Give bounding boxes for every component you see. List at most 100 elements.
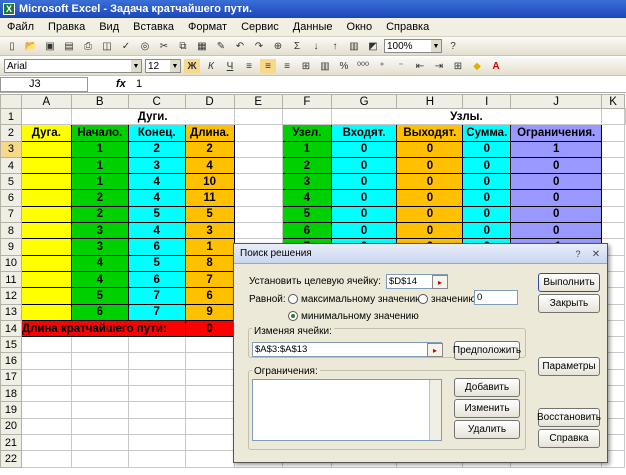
reset-button[interactable]: Восстановить: [537, 408, 601, 427]
cut-icon[interactable]: ✂: [156, 39, 172, 53]
cell[interactable]: [70, 450, 129, 468]
change-button[interactable]: Изменить: [454, 399, 520, 418]
cell[interactable]: [127, 417, 186, 435]
cell[interactable]: [70, 401, 129, 419]
arcs-data-cell[interactable]: 10: [184, 173, 235, 191]
column-header[interactable]: A: [20, 94, 72, 109]
cell[interactable]: [184, 352, 235, 370]
nodes-data-cell[interactable]: 0: [510, 156, 603, 175]
nodes-data-cell[interactable]: 0: [330, 156, 398, 175]
nodes-data-cell[interactable]: 3: [282, 173, 332, 191]
menu-item[interactable]: Справка: [379, 21, 436, 33]
collapse-dialog-icon[interactable]: ▸: [427, 343, 443, 357]
arc-selector-cell[interactable]: [20, 189, 72, 207]
column-header[interactable]: G: [330, 94, 398, 109]
cell[interactable]: [233, 222, 284, 240]
arcs-data-cell[interactable]: 7: [184, 270, 235, 289]
cell[interactable]: [70, 368, 129, 387]
arcs-data-cell[interactable]: 9: [184, 303, 235, 321]
cell[interactable]: [233, 205, 284, 224]
cell[interactable]: [70, 417, 129, 435]
nodes-data-cell[interactable]: 4: [282, 189, 332, 207]
row-header[interactable]: 1: [0, 107, 22, 126]
arc-selector-cell[interactable]: [20, 287, 72, 305]
constraints-scrollbar[interactable]: [429, 380, 441, 440]
spelling-icon[interactable]: ✓: [118, 39, 134, 53]
row-header[interactable]: 4: [0, 156, 22, 175]
nodes-data-cell[interactable]: 0: [510, 189, 603, 207]
underline-icon[interactable]: Ч: [222, 59, 238, 73]
help-icon[interactable]: ?: [445, 39, 461, 53]
increase-decimal-icon[interactable]: ⁺: [374, 59, 390, 73]
arcs-data-cell[interactable]: 6: [127, 270, 186, 289]
cell[interactable]: [184, 401, 235, 419]
new-icon[interactable]: ▯: [4, 39, 20, 53]
cell[interactable]: [127, 450, 186, 468]
arcs-data-cell[interactable]: 4: [70, 254, 129, 272]
nodes-data-cell[interactable]: 0: [396, 173, 464, 191]
nodes-data-cell[interactable]: 0: [330, 140, 398, 158]
constraints-list[interactable]: [252, 379, 442, 441]
nodes-data-cell[interactable]: 0: [462, 222, 512, 240]
bold-icon[interactable]: Ж: [184, 59, 200, 73]
cell[interactable]: [233, 140, 284, 158]
arcs-data-cell[interactable]: 5: [127, 254, 186, 272]
open-icon[interactable]: 📂: [23, 39, 39, 53]
cell[interactable]: [70, 385, 129, 403]
column-header[interactable]: C: [127, 94, 186, 109]
nodes-column-header[interactable]: Узел.: [282, 124, 332, 142]
arcs-data-cell[interactable]: 6: [184, 287, 235, 305]
cell[interactable]: [601, 107, 625, 126]
fill-color-icon[interactable]: ◆: [469, 59, 485, 73]
arc-selector-cell[interactable]: [20, 254, 72, 272]
arc-selector-cell[interactable]: [20, 238, 72, 256]
cell[interactable]: [127, 433, 186, 452]
save-icon[interactable]: ▣: [42, 39, 58, 53]
cell[interactable]: [127, 368, 186, 387]
nodes-data-cell[interactable]: 0: [396, 222, 464, 240]
menu-item[interactable]: Правка: [41, 21, 92, 33]
arcs-data-cell[interactable]: 2: [70, 189, 129, 207]
row-header[interactable]: 18: [0, 385, 22, 403]
menu-item[interactable]: Вставка: [126, 21, 181, 33]
arcs-data-cell[interactable]: 7: [127, 303, 186, 321]
nodes-data-cell[interactable]: 0: [462, 140, 512, 158]
nodes-data-cell[interactable]: 2: [282, 156, 332, 175]
cell[interactable]: [20, 352, 72, 370]
undo-icon[interactable]: ↶: [232, 39, 248, 53]
percent-icon[interactable]: %: [336, 59, 352, 73]
cell[interactable]: [601, 205, 625, 224]
arc-selector-cell[interactable]: [20, 303, 72, 321]
nodes-data-cell[interactable]: 1: [282, 140, 332, 158]
format-painter-icon[interactable]: ✎: [213, 39, 229, 53]
column-header[interactable]: J: [510, 94, 603, 109]
help-icon[interactable]: ?: [571, 247, 585, 261]
arcs-data-cell[interactable]: 5: [70, 287, 129, 305]
cell[interactable]: [20, 401, 72, 419]
cell[interactable]: [601, 140, 625, 158]
row-header[interactable]: 7: [0, 205, 22, 224]
print-icon[interactable]: ⎙: [80, 39, 96, 53]
select-all-corner[interactable]: [0, 94, 22, 109]
arcs-data-cell[interactable]: 5: [127, 205, 186, 224]
arcs-data-cell[interactable]: 6: [70, 303, 129, 321]
column-header[interactable]: E: [233, 94, 284, 109]
arcs-data-cell[interactable]: 4: [127, 189, 186, 207]
menu-item[interactable]: Окно: [340, 21, 380, 33]
column-header[interactable]: I: [462, 94, 512, 109]
value-radio[interactable]: [418, 294, 428, 304]
hyperlink-icon[interactable]: ⊕: [270, 39, 286, 53]
arcs-column-header[interactable]: Конец.: [127, 124, 186, 142]
cell[interactable]: [184, 433, 235, 452]
arcs-data-cell[interactable]: 6: [127, 238, 186, 256]
nodes-data-cell[interactable]: 0: [510, 173, 603, 191]
row-header[interactable]: 11: [0, 270, 22, 289]
font-size-select[interactable]: 12 ▼: [145, 59, 181, 73]
cell[interactable]: [601, 222, 625, 240]
drawing-icon[interactable]: ◩: [365, 39, 381, 53]
cell[interactable]: [127, 352, 186, 370]
cell[interactable]: [601, 124, 625, 142]
row-header[interactable]: 13: [0, 303, 22, 321]
arcs-data-cell[interactable]: 3: [127, 156, 186, 175]
name-box[interactable]: J3: [0, 76, 88, 92]
